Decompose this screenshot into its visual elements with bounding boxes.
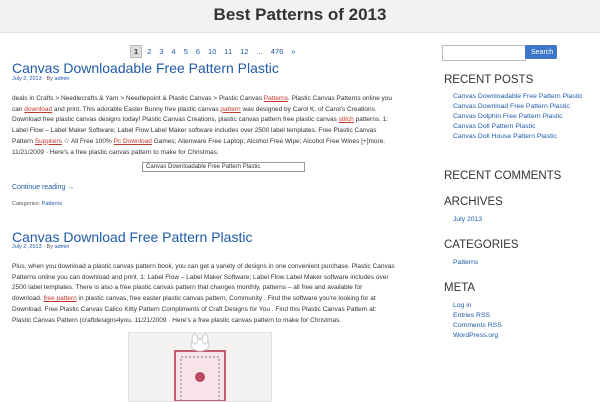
post-by: By bbox=[46, 244, 53, 250]
post-body-line: Download. Free Plastic Canvas Calico Kit… bbox=[12, 305, 430, 316]
keyword-link[interactable]: download bbox=[24, 106, 52, 113]
next-page-link[interactable]: » bbox=[288, 45, 298, 58]
post-author[interactable]: admin bbox=[55, 244, 70, 250]
post-title[interactable]: Canvas Download Free Pattern Plastic bbox=[12, 229, 252, 245]
post-image bbox=[128, 332, 272, 402]
recent-post-link[interactable]: Canvas Downloadable Free Pattern Plastic bbox=[453, 92, 593, 102]
post-author[interactable]: admin bbox=[55, 76, 70, 82]
archives-heading: ARCHIVES bbox=[444, 196, 503, 208]
page-link[interactable]: 12 bbox=[237, 45, 251, 58]
continue-reading-link[interactable]: Continue reading → bbox=[12, 184, 74, 191]
body-text: patterns. 1: bbox=[353, 116, 389, 124]
body-text: . Plastic Canvas Patterns online you bbox=[287, 95, 393, 102]
site-title[interactable]: Best Patterns of 2013 bbox=[0, 5, 600, 25]
categories-heading: CATEGORIES bbox=[444, 239, 519, 251]
categories-label: Categories: bbox=[12, 201, 41, 207]
page-current: 1 bbox=[130, 45, 143, 58]
archives-list: July 2013 bbox=[453, 215, 600, 225]
page-link[interactable]: 6 bbox=[193, 45, 203, 58]
body-text: Games; Alienware Free Laptop; Alcohol Fr… bbox=[151, 137, 386, 145]
body-text: Download. Free Plastic Canvas Calico Kit… bbox=[12, 305, 377, 313]
post-meta: July 2, 2013 · By admin bbox=[12, 244, 70, 250]
post-date[interactable]: July 2, 2013 bbox=[12, 76, 42, 82]
keyword-link[interactable]: stitch bbox=[339, 116, 354, 123]
body-text: Download free plastic canvas designs tod… bbox=[12, 116, 339, 124]
page-link[interactable]: 476 bbox=[268, 45, 287, 58]
post-body: deals in Crafts > Needlecrafts & Yarn > … bbox=[12, 94, 430, 158]
category-link[interactable]: Patterns bbox=[453, 258, 600, 268]
login-link[interactable]: Log in bbox=[453, 301, 600, 311]
recent-comments-heading: RECENT COMMENTS bbox=[444, 170, 562, 182]
body-text: can bbox=[12, 105, 25, 113]
page-link[interactable]: 4 bbox=[169, 45, 179, 58]
recent-posts-heading: RECENT POSTS bbox=[444, 74, 534, 86]
post-body-line: Label Flow – Label Maker Software; Label… bbox=[12, 126, 430, 137]
post-body-line: can download and print. This adorable Ea… bbox=[12, 105, 430, 116]
recent-post-link[interactable]: Canvas Download Free Pattern Plastic bbox=[453, 102, 593, 112]
pagination: 1 2 3 4 5 6 10 11 12 ... 476 » bbox=[130, 45, 298, 58]
post-body-line: download. free pattern in plastic canvas… bbox=[12, 294, 430, 305]
post-body-line: Plastic Canvas Pattern (craftdesigns4you… bbox=[12, 316, 430, 327]
categories-list: Patterns bbox=[453, 258, 600, 268]
post-body-line: Pattern Suppliers ☆ All Free 100% Pc Dow… bbox=[12, 137, 430, 148]
body-text: Pattern bbox=[12, 137, 35, 145]
search-button[interactable]: Search bbox=[525, 45, 557, 59]
post-meta: July 2, 2013 · By admin bbox=[12, 76, 70, 82]
post-body-line: deals in Crafts > Needlecrafts & Yarn > … bbox=[12, 94, 430, 105]
recent-posts-list: Canvas Downloadable Free Pattern Plastic… bbox=[453, 92, 593, 142]
body-text: Patterns online you can download and pri… bbox=[12, 273, 389, 281]
comments-rss-link[interactable]: Comments RSS bbox=[453, 321, 600, 331]
wordpress-org-link[interactable]: WordPress.org bbox=[453, 331, 600, 341]
search-input[interactable] bbox=[442, 45, 526, 61]
category-link[interactable]: Patterns bbox=[42, 201, 62, 207]
page-link[interactable]: 5 bbox=[181, 45, 191, 58]
image-caption: Canvas Downloadable Free Pattern Plastic bbox=[142, 162, 305, 172]
body-text: 11/21/2009 · Here's a free plastic canva… bbox=[12, 148, 219, 156]
post-date[interactable]: July 2, 2013 bbox=[12, 244, 42, 250]
meta-heading: META bbox=[444, 282, 476, 294]
entries-rss-link[interactable]: Entries RSS bbox=[453, 311, 600, 321]
page-link[interactable]: 10 bbox=[205, 45, 219, 58]
plastic-canvas-box-image bbox=[129, 333, 271, 401]
keyword-link[interactable]: free pattern bbox=[43, 295, 76, 302]
recent-post-link[interactable]: Canvas Doll Pattern Plastic bbox=[453, 122, 593, 132]
body-text: was designed by Carol K. of Carol's Crea… bbox=[240, 105, 377, 113]
page-link[interactable]: 11 bbox=[221, 45, 235, 58]
body-text: Plastic Canvas Pattern (craftdesigns4you… bbox=[12, 316, 342, 324]
post-by: By bbox=[46, 76, 53, 82]
post-body: Plus, when you download a plastic canvas… bbox=[12, 262, 430, 326]
body-text: download. bbox=[12, 295, 44, 303]
body-text: Plus, when you download a plastic canvas… bbox=[12, 263, 395, 270]
page-link[interactable]: 3 bbox=[156, 45, 166, 58]
post-categories: Categories: Patterns bbox=[12, 201, 62, 207]
recent-post-link[interactable]: Canvas Doll House Pattern Plastic bbox=[453, 132, 593, 142]
page-ellipsis: ... bbox=[256, 47, 263, 56]
keyword-link[interactable]: Suppliers bbox=[35, 138, 62, 145]
post-body-line: Plus, when you download a plastic canvas… bbox=[12, 262, 430, 273]
site-header: Best Patterns of 2013 bbox=[0, 0, 600, 33]
post-title[interactable]: Canvas Downloadable Free Pattern Plastic bbox=[12, 60, 279, 76]
body-text: in plastic canvas, free easter plastic c… bbox=[76, 295, 376, 303]
page-link[interactable]: 2 bbox=[144, 45, 154, 58]
keyword-link[interactable]: Pc Download bbox=[114, 138, 152, 145]
post-body-line: 2500 label templates. There is also a fr… bbox=[12, 283, 430, 294]
post-body-line: Patterns online you can download and pri… bbox=[12, 273, 430, 284]
keyword-link[interactable]: Patterns bbox=[264, 95, 288, 102]
body-text: and print. This adorable Easter Bunny fr… bbox=[52, 105, 221, 113]
keyword-link[interactable]: pattern bbox=[220, 106, 240, 113]
meta-list: Log in Entries RSS Comments RSS WordPres… bbox=[453, 301, 600, 341]
body-text: Label Flow – Label Maker Software; Label… bbox=[12, 127, 377, 135]
archive-link[interactable]: July 2013 bbox=[453, 215, 600, 225]
body-text: 2500 label templates. There is also a fr… bbox=[12, 284, 363, 292]
body-text: ☆ All Free 100% bbox=[61, 137, 114, 145]
post-body-line: Download free plastic canvas designs tod… bbox=[12, 115, 430, 126]
recent-post-link[interactable]: Canvas Dolphin Free Pattern Plastic bbox=[453, 112, 593, 122]
body-text: deals in Crafts > Needlecrafts & Yarn > … bbox=[12, 95, 264, 102]
post-body-line: 11/21/2009 · Here's a free plastic canva… bbox=[12, 148, 430, 159]
